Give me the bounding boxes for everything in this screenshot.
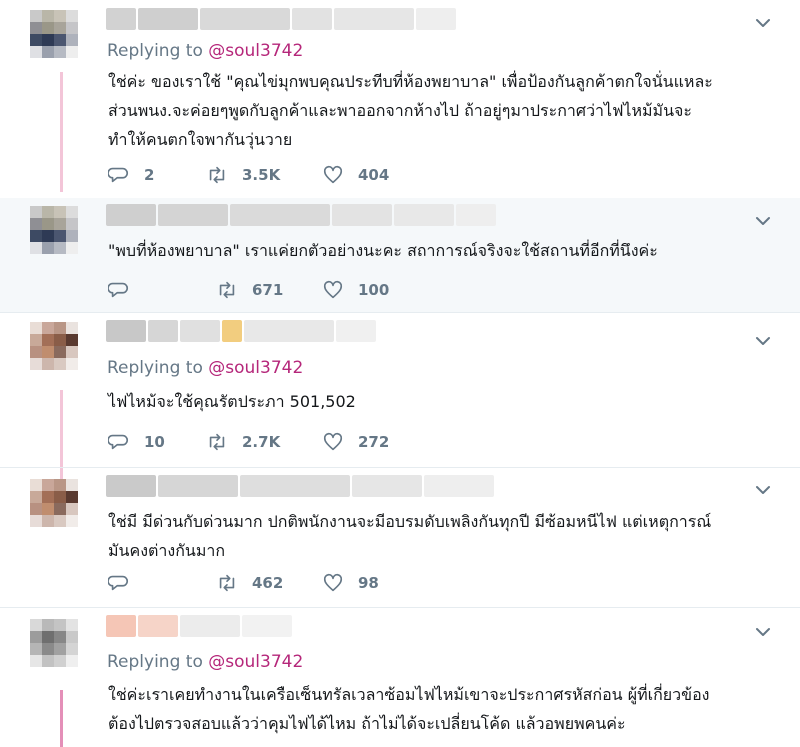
tweet-text: "พบที่ห้องพยาบาล" เราแค่ยกตัวอย่างนะคะ ส… xyxy=(108,241,658,260)
reply-count: 10 xyxy=(144,433,165,451)
chevron-down-icon[interactable] xyxy=(754,481,772,499)
retweet-icon xyxy=(209,433,225,451)
blurred-username[interactable] xyxy=(106,204,496,226)
heart-icon xyxy=(323,165,343,184)
reply-icon xyxy=(108,282,129,298)
tweet[interactable]: Replying to @soul3742 ใช่ค่ะเราเคยทำงานใ… xyxy=(0,607,800,747)
replying-handle-link[interactable]: @soul3742 xyxy=(208,41,303,61)
retweet-count: 2.7K xyxy=(242,433,281,451)
tweet-text: ไฟไหม้จะใช้คุณรัตประภา 501,502 xyxy=(108,392,356,411)
reply-icon xyxy=(108,167,129,183)
blurred-username[interactable] xyxy=(106,475,496,497)
replying-prefix: Replying to xyxy=(107,652,203,672)
tweet-actions: 2 3.5K 404 xyxy=(108,163,428,187)
like-button[interactable]: 100 xyxy=(322,278,389,302)
avatar[interactable] xyxy=(30,619,78,667)
avatar[interactable] xyxy=(30,206,78,254)
tweet-text: ใช่ค่ะ ของเราใช้ "คุณไข่มุกพบคุณประทีบที… xyxy=(108,72,713,149)
replying-prefix: Replying to xyxy=(107,41,203,61)
blurred-username[interactable] xyxy=(106,8,486,30)
tweet[interactable]: Replying to @soul3742 ใช่ค่ะ ของเราใช้ "… xyxy=(0,0,800,199)
reply-button[interactable] xyxy=(108,571,130,595)
replying-prefix: Replying to xyxy=(107,358,203,378)
like-count: 404 xyxy=(358,166,390,184)
heart-icon xyxy=(323,280,343,299)
avatar[interactable] xyxy=(30,479,78,527)
replying-handle-link[interactable]: @soul3742 xyxy=(208,652,303,672)
reply-icon xyxy=(108,575,129,591)
heart-icon xyxy=(323,432,343,451)
retweet-count: 462 xyxy=(252,574,284,592)
retweet-icon xyxy=(219,574,235,592)
tweet-text: ใช่ค่ะเราเคยทำงานในเครือเซ็นทรัลเวลาซ้อม… xyxy=(108,685,710,733)
retweet-icon xyxy=(219,281,235,299)
avatar[interactable] xyxy=(30,322,78,370)
like-count: 98 xyxy=(358,574,379,592)
tweet-actions: 671 100 xyxy=(108,278,428,302)
like-count: 100 xyxy=(358,281,390,299)
replying-handle-link[interactable]: @soul3742 xyxy=(208,358,303,378)
reply-icon xyxy=(108,434,129,450)
blurred-username[interactable] xyxy=(106,615,306,637)
chevron-down-icon[interactable] xyxy=(754,623,772,641)
chevron-down-icon[interactable] xyxy=(754,14,772,32)
retweet-button[interactable]: 2.7K xyxy=(206,430,280,454)
like-button[interactable]: 98 xyxy=(322,571,379,595)
retweet-button[interactable]: 671 xyxy=(216,278,283,302)
replying-to: Replying to @soul3742 xyxy=(107,358,303,378)
reply-button[interactable]: 2 xyxy=(108,163,154,187)
chevron-down-icon[interactable] xyxy=(754,212,772,230)
retweet-count: 671 xyxy=(252,281,284,299)
tweet[interactable]: Replying to @soul3742 ไฟไหม้จะใช้คุณรัตป… xyxy=(0,312,800,468)
like-button[interactable]: 272 xyxy=(322,430,389,454)
retweet-icon xyxy=(209,166,225,184)
blurred-username[interactable] xyxy=(106,320,406,342)
reply-button[interactable] xyxy=(108,278,130,302)
tweet-actions: 462 98 xyxy=(108,571,428,595)
tweet-actions: 10 2.7K 272 xyxy=(108,430,428,454)
like-count: 272 xyxy=(358,433,390,451)
reply-count: 2 xyxy=(144,166,155,184)
tweet[interactable]: "พบที่ห้องพยาบาล" เราแค่ยกตัวอย่างนะคะ ส… xyxy=(0,198,800,313)
retweet-count: 3.5K xyxy=(242,166,281,184)
tweet-text: ใช่มี มีด่วนกับด่วนมาก ปกติพนักงานจะมีอบ… xyxy=(108,512,712,560)
heart-icon xyxy=(323,573,343,592)
like-button[interactable]: 404 xyxy=(322,163,389,187)
retweet-button[interactable]: 462 xyxy=(216,571,283,595)
chevron-down-icon[interactable] xyxy=(754,332,772,350)
reply-button[interactable]: 10 xyxy=(108,430,165,454)
replying-to: Replying to @soul3742 xyxy=(107,41,303,61)
retweet-button[interactable]: 3.5K xyxy=(206,163,280,187)
replying-to: Replying to @soul3742 xyxy=(107,652,303,672)
avatar[interactable] xyxy=(30,10,78,58)
tweet[interactable]: ใช่มี มีด่วนกับด่วนมาก ปกติพนักงานจะมีอบ… xyxy=(0,467,800,608)
